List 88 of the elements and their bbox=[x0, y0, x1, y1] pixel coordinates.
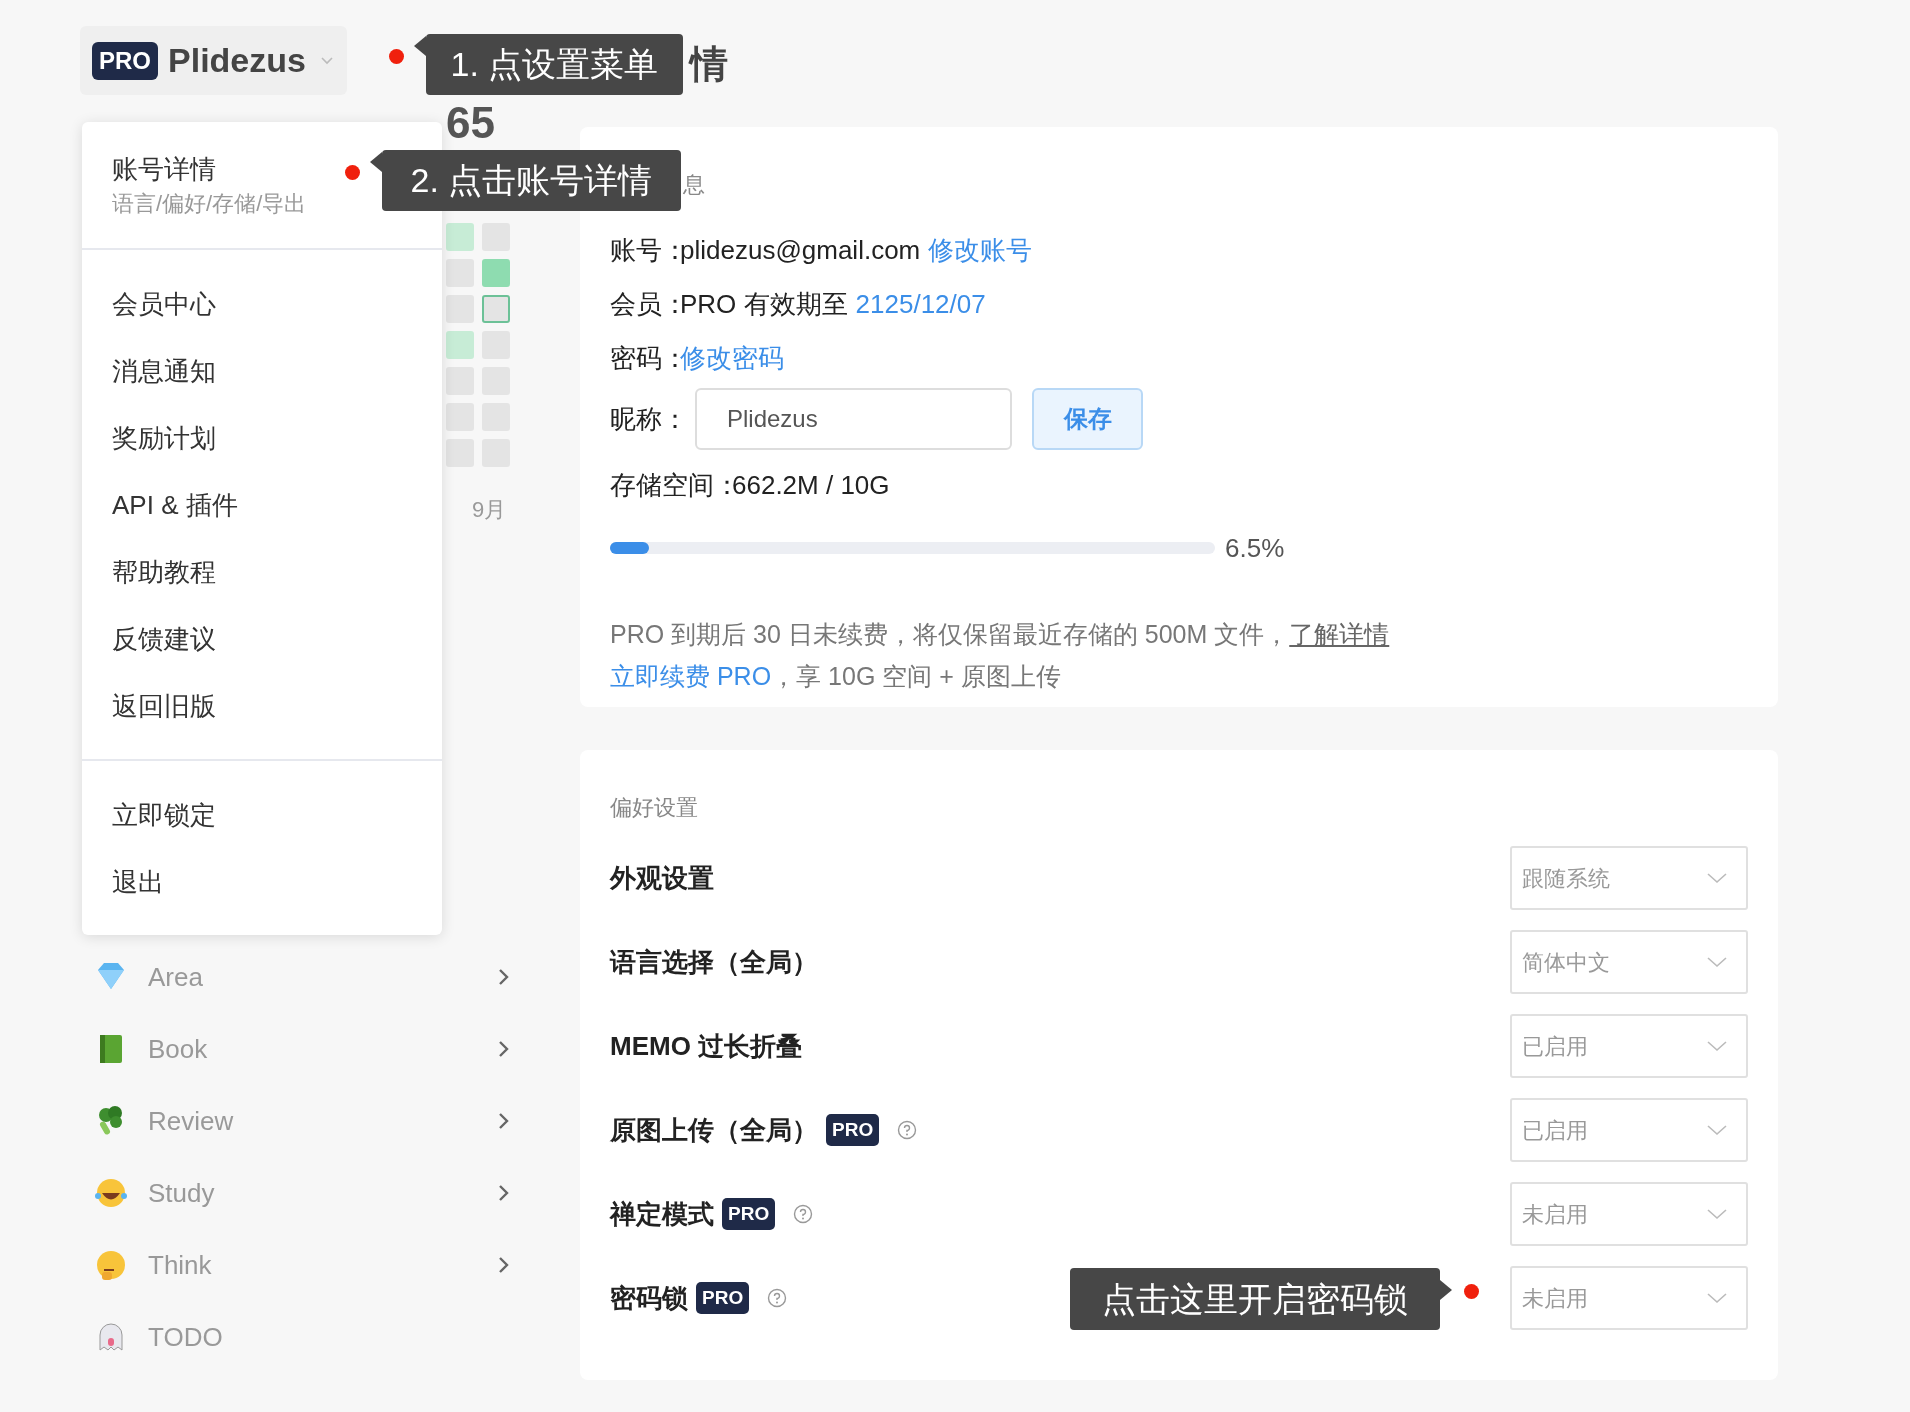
chevron-right-icon bbox=[498, 1184, 510, 1202]
heatmap-cell bbox=[482, 295, 510, 323]
menu-item[interactable]: 奖励计划 bbox=[82, 404, 442, 471]
account-menu-button[interactable]: PRO Plidezus bbox=[80, 26, 347, 95]
field-label: 会员： bbox=[610, 287, 680, 321]
tooltip: 1. 点设置菜单 bbox=[426, 34, 683, 95]
pro-badge: PRO bbox=[826, 1114, 880, 1146]
chevron-down-icon bbox=[1706, 1040, 1728, 1052]
menu-item[interactable]: 消息通知 bbox=[82, 337, 442, 404]
menu-item[interactable]: API & 插件 bbox=[82, 471, 442, 538]
sidebar-item[interactable]: Think bbox=[80, 1229, 530, 1301]
setting-label: 密码锁 bbox=[610, 1281, 688, 1315]
chevron-right-icon bbox=[498, 1256, 510, 1274]
renewal-offer: 立即续费 PRO，享 10G 空间 + 原图上传 bbox=[610, 661, 1062, 692]
menu-item[interactable]: 帮助教程 bbox=[82, 538, 442, 605]
heatmap-cell bbox=[446, 259, 474, 287]
chevron-right-icon bbox=[498, 968, 510, 986]
renew-link[interactable]: 立即续费 PRO bbox=[610, 662, 772, 690]
save-button[interactable]: 保存 bbox=[1032, 388, 1143, 450]
tooltip: 点击这里开启密码锁 bbox=[1070, 1268, 1440, 1330]
setting-label: 原图上传（全局） bbox=[610, 1113, 818, 1147]
heatmap-cell bbox=[446, 367, 474, 395]
help-icon bbox=[897, 1120, 918, 1140]
heatmap-cell bbox=[446, 223, 474, 251]
nickname-field[interactable]: Plidezus bbox=[695, 388, 1012, 450]
month-label: 9月 bbox=[472, 496, 508, 523]
storage-percent: 6.5% bbox=[1225, 531, 1285, 565]
face-icon bbox=[94, 1176, 128, 1210]
card-title: 偏好设置 bbox=[610, 795, 699, 821]
chevron-down-icon bbox=[1706, 1124, 1728, 1136]
sidebar-item[interactable]: Review bbox=[80, 1085, 530, 1157]
menu-item[interactable]: 立即锁定 bbox=[82, 781, 442, 848]
user-name: Plidezus bbox=[168, 40, 306, 81]
pro-badge: PRO bbox=[722, 1198, 776, 1230]
menu-item[interactable]: 退出 bbox=[82, 848, 442, 915]
setting-label: 语言选择（全局） bbox=[610, 945, 818, 979]
heatmap-cell bbox=[482, 259, 510, 287]
setting-dropdown[interactable]: 已启用 bbox=[1510, 1098, 1748, 1162]
renewal-notice: PRO 到期后 30 日未续费，将仅保留最近存储的 500M 文件，了解详情 bbox=[610, 619, 1391, 650]
sidebar-item[interactable]: TODO bbox=[80, 1301, 530, 1373]
account-email: plidezus@gmail.com bbox=[680, 233, 921, 267]
chevron-right-icon bbox=[498, 1040, 510, 1058]
setting-dropdown[interactable]: 已启用 bbox=[1510, 1014, 1748, 1078]
help-icon bbox=[793, 1204, 814, 1224]
sidebar-item[interactable]: Area bbox=[80, 941, 530, 1013]
membership-status: PRO 有效期至 bbox=[680, 287, 848, 321]
heatmap-cell bbox=[446, 439, 474, 467]
pointer-arrow bbox=[370, 152, 382, 172]
face-icon bbox=[94, 1248, 128, 1282]
field-label: 密码： bbox=[610, 341, 680, 375]
help-icon bbox=[767, 1288, 788, 1308]
pointer-arrow bbox=[1440, 1280, 1452, 1300]
heatmap-cell bbox=[446, 295, 474, 323]
sidebar-item[interactable]: Book bbox=[80, 1013, 530, 1085]
setting-dropdown[interactable]: 跟随系统 bbox=[1510, 846, 1748, 910]
heatmap-cell bbox=[446, 403, 474, 431]
heatmap-cell bbox=[446, 331, 474, 359]
count-number: 65 bbox=[446, 98, 496, 148]
chevron-down-icon bbox=[1706, 1208, 1728, 1220]
sidebar-item[interactable]: Study bbox=[80, 1157, 530, 1229]
change-password-link[interactable]: 修改密码 bbox=[680, 338, 784, 378]
menu-item[interactable]: 会员中心 bbox=[82, 270, 442, 337]
setting-dropdown[interactable]: 未启用 bbox=[1510, 1266, 1748, 1330]
chevron-right-icon bbox=[498, 1112, 510, 1130]
edit-account-link[interactable]: 修改账号 bbox=[928, 230, 1033, 270]
field-label: 存储空间： bbox=[610, 468, 732, 502]
menu-item[interactable]: 返回旧版 bbox=[82, 672, 442, 739]
field-label: 账号： bbox=[610, 233, 680, 267]
page-title: 情 bbox=[690, 42, 729, 87]
field-label: 昵称： bbox=[610, 402, 689, 436]
menu-item[interactable]: 反馈建议 bbox=[82, 605, 442, 672]
setting-label: 外观设置 bbox=[610, 861, 714, 895]
setting-label: MEMO 过长折叠 bbox=[610, 1029, 803, 1063]
expiry-date-link[interactable]: 2125/12/07 bbox=[855, 284, 986, 324]
pro-badge: PRO bbox=[92, 41, 158, 80]
card-title: 息 bbox=[683, 172, 706, 198]
tooltip: 2. 点击账号详情 bbox=[382, 150, 681, 211]
setting-dropdown[interactable]: 简体中文 bbox=[1510, 930, 1748, 994]
pro-badge: PRO bbox=[696, 1282, 750, 1314]
setting-dropdown[interactable]: 未启用 bbox=[1510, 1182, 1748, 1246]
learn-more-link[interactable]: 了解详情 bbox=[1289, 620, 1390, 648]
setting-label: 禅定模式 bbox=[610, 1197, 714, 1231]
chevron-down-icon bbox=[1706, 872, 1728, 884]
pointer-arrow bbox=[414, 36, 426, 56]
chevron-down-icon bbox=[1706, 1292, 1728, 1304]
chevron-down-icon bbox=[1706, 956, 1728, 968]
storage-usage: 662.2M / 10G bbox=[732, 468, 890, 502]
caret-icon bbox=[319, 56, 334, 65]
